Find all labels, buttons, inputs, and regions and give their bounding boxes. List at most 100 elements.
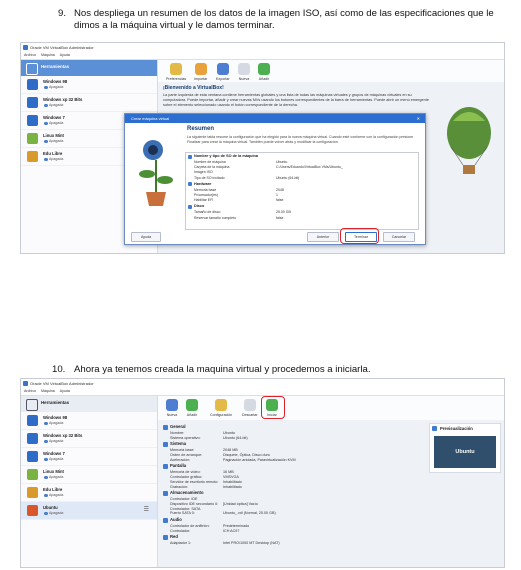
vm-state: Apagada: [43, 139, 64, 143]
os-icon: [27, 133, 38, 144]
dialog-heading: Resumen: [187, 126, 215, 132]
vm-item[interactable]: Linux Mint Apagada: [21, 466, 157, 484]
step-number: 9.: [58, 8, 67, 19]
export-button[interactable]: Exportar: [216, 63, 230, 81]
vm-name: Windows xp 32 Bits: [43, 97, 83, 102]
os-icon: [27, 469, 38, 480]
section-storage: Almacenamiento: [161, 489, 421, 497]
add-button[interactable]: Añadir: [186, 399, 198, 417]
plant-illustration: [139, 140, 173, 206]
tools-label: Herramientas: [41, 64, 70, 69]
vm-item[interactable]: Windows 7 Apagada: [21, 448, 157, 466]
main-toolbar: Preferencias Importar Exportar Nueva Aña…: [158, 60, 504, 82]
section-name-os: Nombre y tipo de SO de la máquina: [186, 153, 418, 160]
help-button[interactable]: Ayuda: [131, 232, 161, 242]
menu-maquina[interactable]: Máquina: [41, 389, 55, 393]
discard-button[interactable]: Descartar: [242, 399, 258, 417]
window-title: Oracle VM VirtualBox Administrador: [30, 45, 94, 50]
import-icon: [194, 63, 207, 75]
menu-archivo[interactable]: Archivo: [24, 389, 36, 393]
vm-item[interactable]: Windows 98 Apagada: [21, 76, 157, 94]
close-icon[interactable]: ✕: [417, 114, 420, 123]
detail-row: Adaptador 1: Intel PRO/1000 MT Desktop (N…: [170, 541, 280, 546]
tools-item[interactable]: Herramientas: [21, 396, 157, 412]
toolbar-label: Configuración: [210, 413, 233, 417]
section-display: Pantalla: [161, 462, 421, 470]
vm-item[interactable]: Windows xp 32 Bits Apagada: [21, 94, 157, 112]
window-titlebar: Oracle VM VirtualBox Administrador: [21, 43, 504, 52]
vm-state: Apagada: [43, 511, 64, 515]
vm-state: Apagada: [43, 157, 64, 161]
hot-air-balloon-illustration: [447, 107, 491, 174]
menu-bar: Archivo Máquina Ayuda: [21, 52, 504, 60]
dialog-title: Crear máquina virtual: [131, 116, 170, 121]
settings-button[interactable]: Configuración: [210, 399, 232, 417]
section-audio: Audio: [161, 516, 421, 524]
tools-icon: [26, 63, 38, 75]
add-button[interactable]: Añadir: [258, 63, 270, 81]
section-system: Sistema: [161, 440, 421, 448]
highlight-ring: [261, 396, 285, 419]
section-network: Red: [161, 533, 421, 541]
vm-item-selected[interactable]: Ubuntu Apagada ☰: [21, 502, 157, 520]
section-general: General: [161, 423, 421, 431]
cancel-button[interactable]: Cancelar: [383, 232, 415, 242]
vm-name: Ubuntu: [43, 505, 58, 510]
section-disk: Disco: [186, 203, 418, 210]
os-icon: [27, 451, 38, 462]
dialog-titlebar: Crear máquina virtual ✕: [125, 114, 425, 123]
toolbar-label: Nueva: [166, 413, 178, 417]
toolbar-label: Preferencias: [166, 77, 187, 81]
gear-icon: [215, 399, 228, 411]
vm-state: Apagada: [43, 121, 64, 125]
menu-bar: Archivo Máquina Ayuda: [21, 388, 504, 396]
add-icon: [258, 63, 270, 75]
os-icon: [27, 505, 38, 516]
os-icon: [27, 415, 38, 426]
new-icon: [238, 63, 250, 75]
vm-name: Windows 7: [43, 115, 65, 120]
import-button[interactable]: Importar: [194, 63, 207, 81]
tools-label: Herramientas: [41, 400, 70, 405]
step-text: Ahora ya tenemos creada la maquina virtu…: [74, 364, 371, 375]
vm-item[interactable]: Edu Libre Apagada: [21, 484, 157, 502]
toolbar-label: Añadir: [186, 413, 198, 417]
vm-state: Apagada: [43, 85, 64, 89]
toolbar-label: Añadir: [258, 77, 270, 81]
preferences-button[interactable]: Preferencias: [166, 63, 186, 81]
vm-name: Edu Libre: [43, 487, 63, 492]
tools-item[interactable]: Herramientas: [21, 60, 157, 76]
vm-name: Linux Mint: [43, 469, 64, 474]
os-icon: [27, 151, 38, 162]
os-icon: [27, 433, 38, 444]
back-button[interactable]: Anterior: [307, 232, 339, 242]
os-icon: [27, 79, 38, 90]
menu-icon[interactable]: ☰: [144, 506, 149, 513]
preview-panel: Previsualización Ubuntu: [429, 423, 501, 473]
vm-name: Edu Libre: [43, 151, 63, 156]
vm-name: Windows 98: [43, 79, 68, 84]
new-icon: [166, 399, 178, 411]
os-icon: [27, 487, 38, 498]
step-text: Nos despliega un resumen de los datos de…: [74, 8, 494, 31]
step-number: 10.: [52, 364, 66, 375]
vm-state: Apagada: [43, 457, 64, 461]
menu-ayuda[interactable]: Ayuda: [60, 389, 70, 393]
vm-details: General Nombre: Ubuntu Sistema operativo:…: [161, 423, 421, 546]
summary-table: Nombre y tipo de SO de la máquina Nombre…: [185, 152, 419, 230]
highlight-ring: [340, 228, 379, 244]
menu-archivo[interactable]: Archivo: [24, 53, 36, 57]
section-hardware: Hardware: [186, 181, 418, 188]
welcome-text: La parte izquierda de esta ventana conti…: [163, 93, 429, 107]
toolbar-label: Nueva: [238, 77, 250, 81]
main-toolbar: Nueva Añadir Configuración Descartar Ini…: [158, 396, 504, 420]
vm-state: Apagada: [43, 103, 64, 107]
preview-title: Previsualización: [430, 424, 500, 433]
vm-item[interactable]: Windows xp 32 Bits Apagada: [21, 430, 157, 448]
vm-name: Linux Mint: [43, 133, 64, 138]
new-button[interactable]: Nueva: [166, 399, 178, 417]
vm-item[interactable]: Windows 98 Apagada: [21, 412, 157, 430]
menu-maquina[interactable]: Máquina: [41, 53, 55, 57]
new-button[interactable]: Nueva: [238, 63, 250, 81]
menu-ayuda[interactable]: Ayuda: [60, 53, 70, 57]
